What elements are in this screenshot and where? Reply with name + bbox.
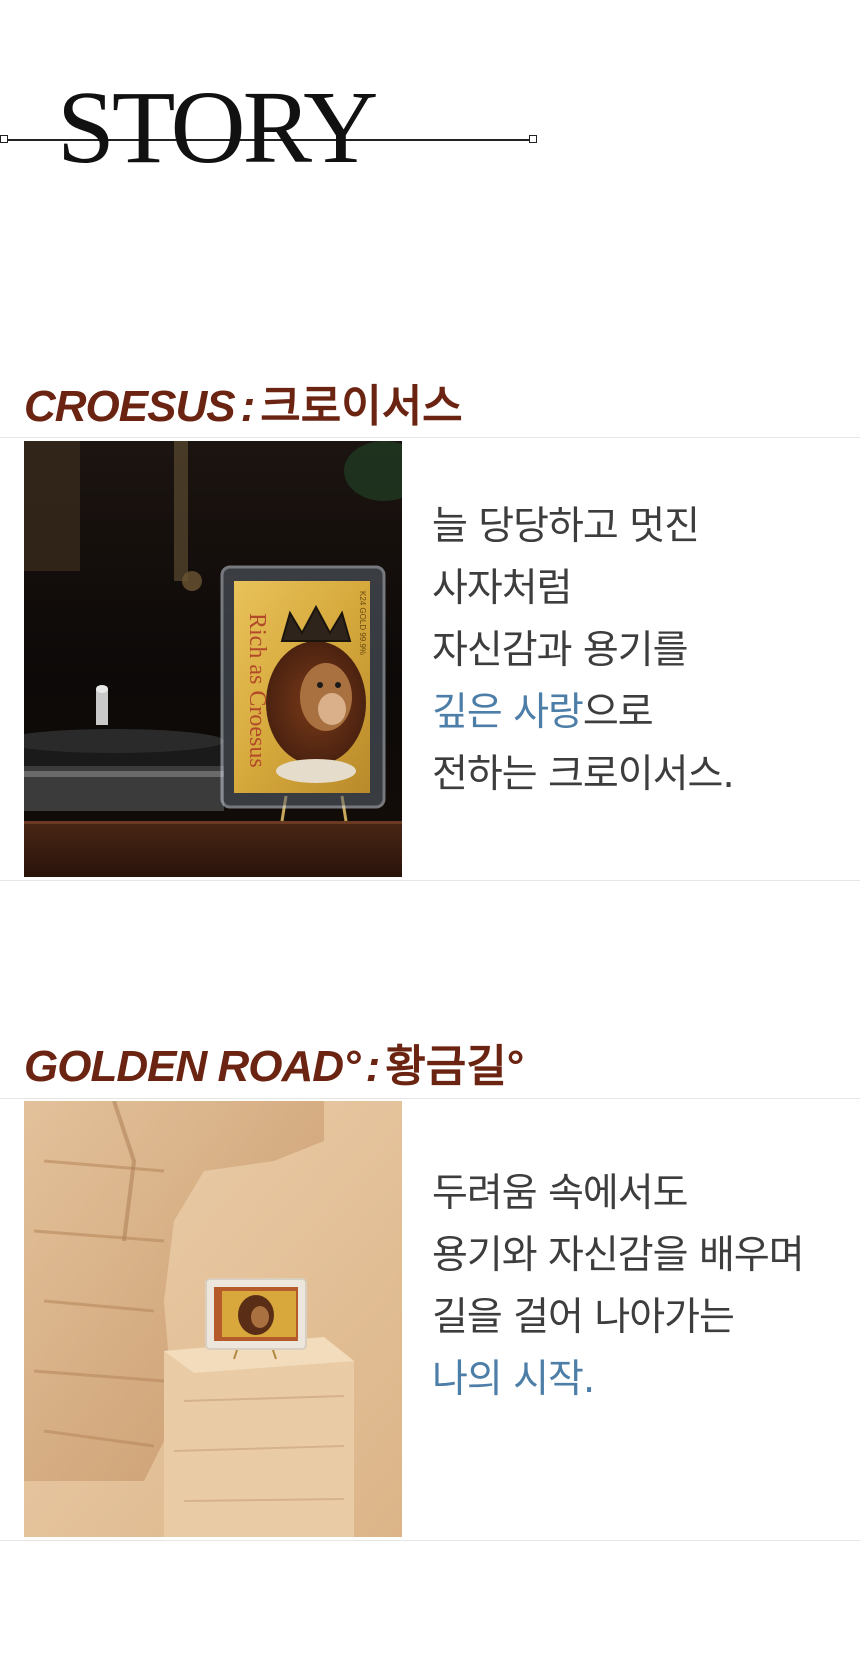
desc-line: 나의 시작. — [432, 1349, 804, 1411]
card-title-text: Rich as Croesus — [244, 613, 270, 768]
golden-road-photo — [24, 1101, 402, 1537]
section-title-ko: 황금길° — [385, 1042, 525, 1091]
section-title-en: GOLDEN ROAD° — [24, 1042, 361, 1091]
desc-line: 길을 걸어 나아가는 — [432, 1295, 735, 1340]
section-title-ko: 크로이서스 — [260, 382, 463, 431]
golden-road-description: 두려움 속에서도 용기와 자신감을 배우며 길을 걸어 나아가는 나의 시작. — [432, 1163, 805, 1411]
divider-node-left — [0, 135, 8, 143]
desc-line: 사자처럼 — [432, 566, 573, 611]
croesus-description: 늘 당당하고 멋진 사자처럼 자신감과 용기를 깊은 사랑으로 전하는 크로이서… — [432, 496, 735, 806]
card-side-text: K24 GOLD 99.9% — [358, 591, 367, 655]
story-header: STORY — [0, 70, 560, 180]
desc-line: 자신감과 용기를 — [432, 628, 689, 673]
desc-line: 전하는 크로이서스. — [432, 752, 735, 797]
croesus-photo: Rich as Croesus K24 GOLD 99.9% — [24, 441, 402, 877]
page-title: STORY — [57, 70, 378, 185]
section-divider-top — [0, 1098, 860, 1099]
desc-line: 깊은 사랑으로 — [432, 690, 654, 735]
section-divider-bottom — [0, 1540, 860, 1541]
highlight-text: 깊은 사랑 — [432, 690, 584, 735]
divider-node-right — [529, 135, 537, 143]
section-title-en: CROESUS — [24, 382, 236, 431]
desc-line: 용기와 자신감을 배우며 — [432, 1233, 805, 1278]
section-divider-bottom — [0, 880, 860, 881]
section-title-golden-road: GOLDEN ROAD°: 황금길° — [24, 1030, 524, 1094]
section-title-separator: : — [365, 1042, 381, 1091]
desc-line: 두려움 속에서도 — [432, 1171, 689, 1216]
section-title-croesus: CROESUS: 크로이서스 — [24, 370, 463, 434]
desc-line: 늘 당당하고 멋진 — [432, 504, 700, 549]
section-title-separator: : — [240, 382, 256, 431]
highlight-text: 나의 시작. — [432, 1357, 595, 1402]
section-divider-top — [0, 437, 860, 438]
